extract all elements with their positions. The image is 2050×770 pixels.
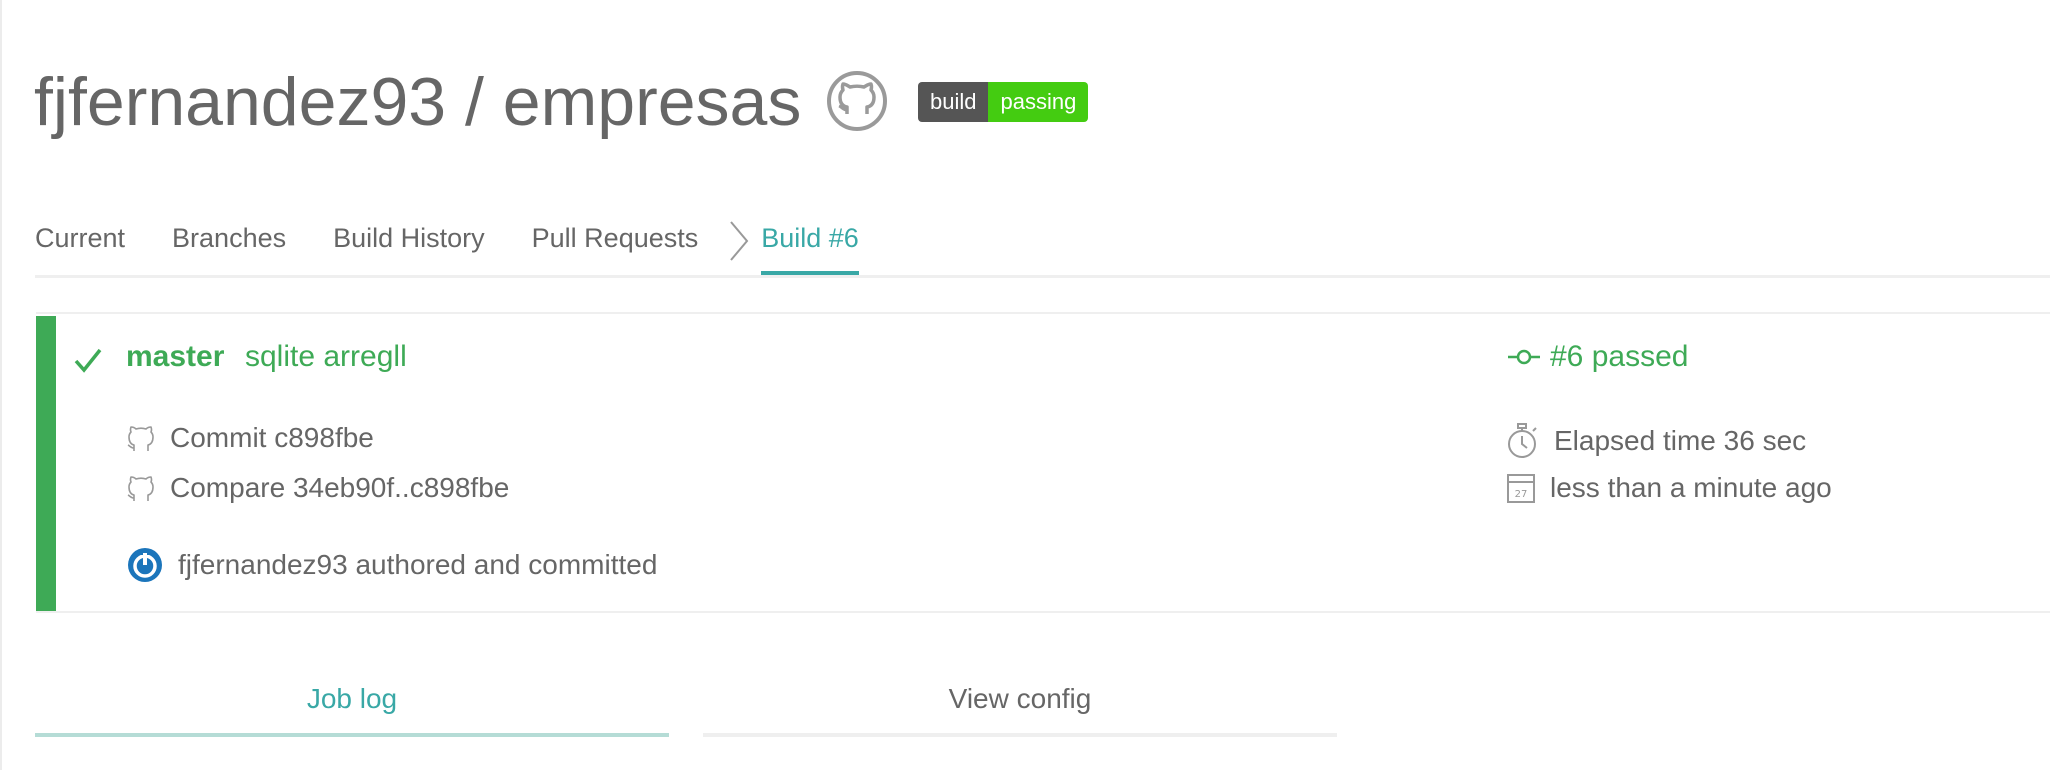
author-text: fjfernandez93 authored and committed [178,549,658,580]
build-summary-panel: master sqlite arregll Commit c898fbe Com… [36,312,2050,613]
stopwatch-icon [1508,423,1537,458]
commit-message: sqlite arregll [245,340,407,373]
calendar-day: 27 [1515,489,1528,500]
finished-time: 27 less than a minute ago [1506,472,1832,504]
status-color-bar [36,316,56,611]
branch-name-link[interactable]: master [126,340,224,374]
github-compare-icon [127,476,154,501]
github-icon[interactable] [826,70,888,132]
calendar-icon: 27 [1507,474,1535,503]
tab-view-config[interactable]: View config [703,683,1337,715]
commit-link[interactable]: Commit c898fbe [126,422,374,454]
finished-text: less than a minute ago [1550,472,1832,503]
tab-current[interactable]: Current [35,218,125,254]
build-status-text: #6 passed [1550,340,1689,373]
commit-text: Commit c898fbe [170,422,374,453]
tab-branches[interactable]: Branches [172,218,286,254]
avatar[interactable] [126,546,164,584]
repo-title-separator: / [446,64,503,140]
tab-build-history[interactable]: Build History [333,218,485,254]
page-left-border [0,0,2,770]
tabs-divider [35,275,2050,278]
repo-owner-link[interactable]: fjfernandez93 [34,63,446,141]
compare-link[interactable]: Compare 34eb90f..c898fbe [126,472,509,504]
tab-pull-requests[interactable]: Pull Requests [532,218,699,254]
compare-text: Compare 34eb90f..c898fbe [170,472,510,503]
commit-node-icon [1508,349,1540,365]
badge-status: passing [988,82,1089,122]
view-config-underline [703,733,1337,737]
elapsed-text: Elapsed time 36 sec [1554,425,1807,456]
github-commit-icon [127,426,154,451]
build-status-badge[interactable]: build passing [918,82,1089,122]
badge-label: build [918,82,989,122]
tab-build-6[interactable]: Build #6 [761,218,859,275]
elapsed-time: Elapsed time 36 sec [1506,422,1806,460]
tab-job-log[interactable]: Job log [35,683,669,715]
repo-nav-tabs: Current Branches Build History Pull Requ… [35,218,859,278]
check-icon [74,348,102,373]
repo-name-link[interactable]: empresas [503,63,802,141]
job-log-underline [35,733,669,737]
build-status[interactable]: #6 passed [1506,340,1688,374]
repo-title: fjfernandez93 / empresas [34,52,801,152]
chevron-right-icon [730,221,749,261]
author-line: fjfernandez93 authored and committed [126,546,657,584]
